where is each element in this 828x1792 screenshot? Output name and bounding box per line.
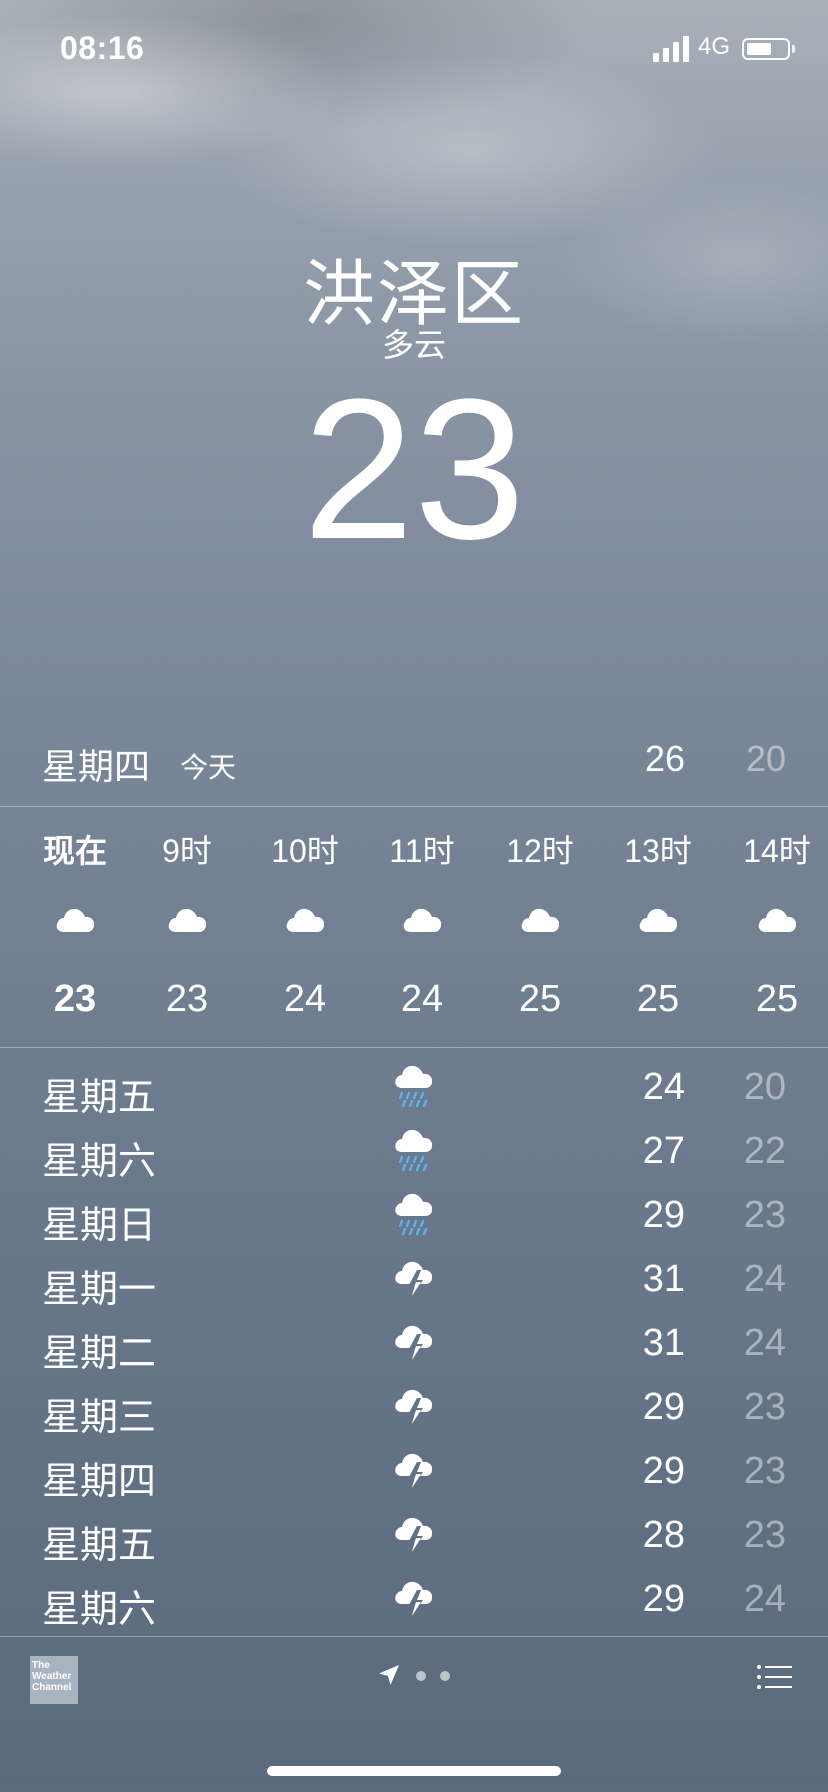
day-low-temperature: 23 <box>743 1514 786 1556</box>
today-low: 20 <box>745 738 786 779</box>
hour-label: 现在 <box>42 833 107 869</box>
day-low-temperature: 24 <box>743 1322 786 1364</box>
hour-label: 12时 <box>506 833 574 869</box>
day-high-temperature: 28 <box>642 1514 685 1556</box>
cloud-icon <box>401 904 443 934</box>
daily-row: 星期五 24 20 <box>0 1056 828 1120</box>
day-high-temperature: 29 <box>642 1578 685 1620</box>
hour-label: 9时 <box>162 833 212 869</box>
cloud-icon <box>637 904 679 934</box>
divider <box>0 806 828 807</box>
day-high-temperature: 27 <box>642 1130 685 1172</box>
footer: The Weather Channel <box>0 1636 828 1736</box>
day-high-temperature: 29 <box>642 1450 685 1492</box>
page-dot[interactable] <box>440 1671 450 1681</box>
today-day: 星期四 <box>42 746 151 787</box>
daily-row: 星期五 28 23 <box>0 1504 828 1568</box>
cloud-icon <box>519 904 561 934</box>
today-label: 今天 <box>180 752 237 783</box>
cloud-icon <box>166 904 208 934</box>
weather-channel-logo[interactable]: The Weather Channel <box>30 1656 78 1704</box>
battery-tip <box>792 45 795 53</box>
today-summary: 星期四 今天 26 20 <box>0 730 828 787</box>
thunderstorm-icon <box>393 1574 437 1622</box>
hour-column: 14时 25 <box>718 808 828 1048</box>
cloud-icon <box>756 904 798 934</box>
home-indicator[interactable] <box>267 1766 561 1776</box>
battery-icon <box>742 38 790 60</box>
page-dot[interactable] <box>416 1671 426 1681</box>
network-type: 4G <box>698 33 731 60</box>
location-arrow-icon[interactable] <box>378 1664 400 1686</box>
day-low-temperature: 20 <box>743 1066 786 1108</box>
hour-temperature: 23 <box>165 978 209 1020</box>
day-name: 星期四 <box>42 1461 157 1503</box>
day-high-temperature: 31 <box>642 1258 685 1300</box>
hourly-forecast[interactable]: 现在 23 9时 23 10时 24 11时 24 12时 25 13时 25 14时 25 <box>0 808 828 1048</box>
daily-row: 星期六 27 22 <box>0 1120 828 1184</box>
thunderstorm-icon <box>393 1446 437 1494</box>
rain-icon <box>393 1126 437 1174</box>
hour-temperature: 24 <box>283 978 327 1020</box>
thunderstorm-icon <box>393 1382 437 1430</box>
hour-label: 10时 <box>271 833 339 869</box>
hour-label: 14时 <box>743 833 811 869</box>
day-low-temperature: 23 <box>743 1386 786 1428</box>
day-low-temperature: 23 <box>743 1450 786 1492</box>
day-low-temperature: 24 <box>743 1578 786 1620</box>
hour-temperature: 24 <box>400 978 444 1020</box>
rain-icon <box>393 1190 437 1238</box>
hour-column: 现在 23 <box>16 808 134 1048</box>
thunderstorm-icon <box>393 1510 437 1558</box>
day-name: 星期五 <box>42 1525 157 1567</box>
day-name: 星期六 <box>42 1589 157 1631</box>
hour-temperature: 25 <box>755 978 799 1020</box>
day-low-temperature: 22 <box>743 1130 786 1172</box>
status-time: 08:16 <box>60 30 145 66</box>
daily-row: 星期四 29 23 <box>0 1440 828 1504</box>
thunderstorm-icon <box>393 1254 437 1302</box>
hour-label: 11时 <box>389 833 455 869</box>
day-high-temperature: 31 <box>642 1322 685 1364</box>
status-bar: 08:16 4G <box>0 0 828 100</box>
daily-row: 星期三 29 23 <box>0 1376 828 1440</box>
daily-row: 星期一 31 24 <box>0 1248 828 1312</box>
daily-row: 星期二 31 24 <box>0 1312 828 1376</box>
day-low-temperature: 24 <box>743 1258 786 1300</box>
day-name: 星期一 <box>42 1269 157 1311</box>
day-name: 星期五 <box>42 1077 157 1119</box>
day-low-temperature: 23 <box>743 1194 786 1236</box>
day-high-temperature: 29 <box>642 1194 685 1236</box>
cloud-icon <box>54 904 96 934</box>
day-name: 星期日 <box>42 1205 157 1247</box>
day-name: 星期六 <box>42 1141 157 1183</box>
rain-icon <box>393 1062 437 1110</box>
hour-temperature: 25 <box>518 978 562 1020</box>
day-name: 星期二 <box>42 1333 157 1375</box>
cellular-signal-icon <box>653 36 689 62</box>
hour-column: 12时 25 <box>481 808 599 1048</box>
current-temperature: 23 <box>302 358 526 581</box>
hour-label: 13时 <box>624 833 692 869</box>
cloud-icon <box>284 904 326 934</box>
hour-column: 11时 24 <box>363 808 481 1048</box>
daily-row: 星期日 29 23 <box>0 1184 828 1248</box>
city-list-icon[interactable] <box>756 1664 792 1690</box>
hour-column: 10时 24 <box>246 808 364 1048</box>
hour-temperature: 23 <box>53 978 97 1020</box>
day-name: 星期三 <box>42 1397 157 1439</box>
day-high-temperature: 29 <box>642 1386 685 1428</box>
divider <box>0 1047 828 1048</box>
day-high-temperature: 24 <box>642 1066 685 1108</box>
hour-temperature: 25 <box>636 978 680 1020</box>
hour-column: 13时 25 <box>599 808 717 1048</box>
today-high: 26 <box>644 738 685 779</box>
thunderstorm-icon <box>393 1318 437 1366</box>
daily-row: 星期六 29 24 <box>0 1568 828 1632</box>
hour-column: 9时 23 <box>128 808 246 1048</box>
